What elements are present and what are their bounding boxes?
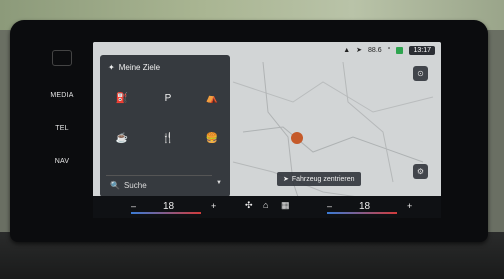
search-field[interactable]: 🔍 Suche [106, 175, 212, 194]
tel-key[interactable]: TEL [40, 125, 84, 132]
media-key[interactable]: MEDIA [40, 92, 84, 99]
settings-button[interactable]: ⚙ [413, 164, 428, 179]
left-temp-minus[interactable]: – [131, 201, 136, 211]
apps-icon[interactable]: ▦ [281, 200, 290, 211]
infotainment-screen: ▲ ➤ 88.6 ° 13:17 ✦ Meine Ziele ⛽ P ⛺ ☕ 🍴… [93, 42, 441, 215]
right-temp-bar [327, 212, 397, 214]
chevron-down-icon[interactable]: ▼ [216, 180, 222, 186]
destinations-panel: ✦ Meine Ziele ⛽ P ⛺ ☕ 🍴 🍔 🔍 Suche ▼ [100, 55, 230, 197]
right-temp: 18 [359, 201, 371, 212]
panel-title: Meine Ziele [118, 63, 161, 72]
right-temp-minus[interactable]: – [327, 201, 332, 211]
connectivity-icon [396, 46, 404, 54]
panel-header[interactable]: ✦ Meine Ziele [108, 63, 160, 72]
coffee-icon[interactable]: ☕ [114, 131, 130, 147]
home-icon[interactable]: ⌂ [263, 200, 268, 210]
parking-icon[interactable]: P [160, 91, 176, 107]
clock: 13:17 [409, 45, 435, 55]
restaurant-icon[interactable]: 🍴 [160, 131, 176, 147]
notification-icon: ▲ [343, 46, 351, 54]
fuel-station-icon[interactable]: ⛽ [114, 91, 130, 107]
search-label: Suche [123, 180, 147, 190]
map-options-button[interactable]: ⊙ [413, 66, 428, 81]
status-bar: ▲ ➤ 88.6 ° 13:17 [343, 44, 435, 56]
degree-unit: ° [387, 46, 391, 54]
center-vehicle-label: Fahrzeug zentrieren [291, 175, 355, 183]
center-vehicle-button[interactable]: ➤ Fahrzeug zentrieren [277, 172, 361, 186]
back-key[interactable] [52, 50, 72, 66]
fastfood-icon[interactable]: 🍔 [204, 131, 220, 147]
left-temp: 18 [163, 201, 175, 212]
left-temp-bar [131, 212, 201, 214]
category-grid: ⛽ P ⛺ ☕ 🍴 🍔 [114, 91, 224, 155]
picnic-icon[interactable]: ⛺ [204, 91, 220, 107]
navigation-arrow-icon: ➤ [283, 176, 289, 183]
right-temp-plus[interactable]: + [407, 201, 412, 211]
temperature-readout: 88.6 [368, 46, 382, 54]
search-icon: 🔍 [110, 180, 120, 190]
left-temp-plus[interactable]: + [211, 201, 216, 211]
climate-bar: – 18 + ✣ ⌂ ▦ – 18 + [93, 196, 441, 218]
vehicle-position-icon [291, 132, 303, 144]
nav-key[interactable]: NAV [40, 158, 84, 165]
star-icon: ✦ [108, 63, 115, 72]
location-icon: ➤ [356, 47, 363, 54]
fan-icon[interactable]: ✣ [245, 200, 253, 211]
